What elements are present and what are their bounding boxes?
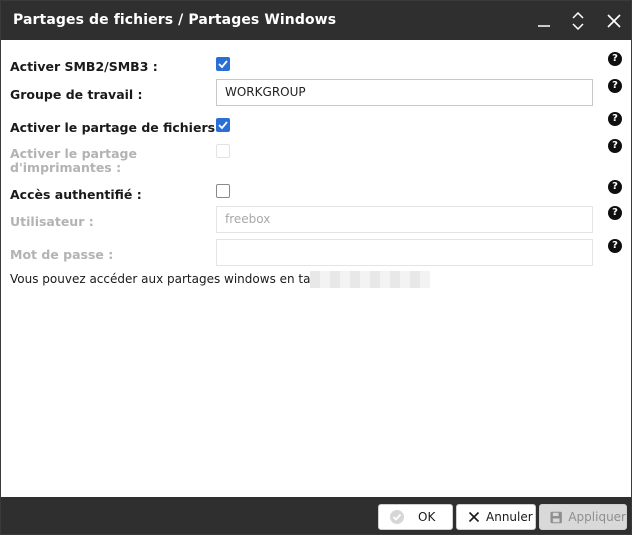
user-label: Utilisateur : — [10, 214, 94, 229]
checkmark-icon — [218, 121, 228, 130]
close-button[interactable] — [598, 1, 630, 40]
password-label: Mot de passe : — [10, 247, 114, 262]
printer-sharing-label-line1: Activer le partage — [10, 146, 137, 161]
minimize-button[interactable] — [528, 1, 560, 40]
password-field[interactable] — [216, 239, 593, 266]
workgroup-field[interactable]: WORKGROUP — [216, 79, 593, 106]
help-icon[interactable]: ? — [608, 79, 622, 93]
title-bar[interactable]: Partages de fichiers / Partages Windows — [1, 1, 631, 40]
footer-bar: OK Annuler Appliquer — [1, 497, 631, 534]
close-icon — [607, 13, 621, 28]
checkmark-icon — [218, 60, 228, 69]
ok-button[interactable]: OK — [378, 504, 453, 530]
file-sharing-checkbox[interactable] — [216, 118, 230, 132]
info-text: Vous pouvez accéder aux partages windows… — [10, 272, 338, 286]
dialog-window: Partages de fichiers / Partages Windows … — [0, 0, 632, 535]
smb-label: Activer SMB2/SMB3 : — [10, 59, 158, 74]
user-field[interactable]: freebox — [216, 206, 593, 233]
apply-label: Appliquer — [568, 510, 626, 524]
cancel-label: Annuler — [486, 510, 533, 524]
x-icon — [468, 511, 480, 523]
apply-button[interactable]: Appliquer — [539, 504, 627, 530]
floppy-disk-icon — [550, 511, 562, 523]
help-icon[interactable]: ? — [608, 206, 622, 220]
help-icon[interactable]: ? — [608, 52, 622, 66]
help-icon[interactable]: ? — [608, 180, 622, 194]
printer-sharing-checkbox[interactable] — [216, 144, 230, 158]
maximize-button[interactable] — [562, 1, 594, 40]
file-sharing-label: Activer le partage de fichiers : — [10, 120, 225, 135]
window-title: Partages de fichiers / Partages Windows — [13, 12, 337, 28]
ok-label: OK — [418, 510, 436, 524]
help-icon[interactable]: ? — [608, 112, 622, 126]
expand-icon — [572, 11, 584, 30]
redacted-address — [310, 271, 430, 288]
auth-label: Accès authentifié : — [10, 187, 142, 202]
auth-checkbox[interactable] — [216, 184, 230, 198]
help-icon[interactable]: ? — [608, 139, 622, 153]
cancel-button[interactable]: Annuler — [456, 504, 536, 530]
smb-checkbox[interactable] — [216, 57, 230, 71]
workgroup-label: Groupe de travail : — [10, 87, 143, 102]
check-circle-icon — [390, 510, 404, 524]
help-icon[interactable]: ? — [608, 239, 622, 253]
printer-sharing-label-line2: d'imprimantes : — [10, 160, 122, 175]
minimize-icon — [538, 24, 550, 27]
